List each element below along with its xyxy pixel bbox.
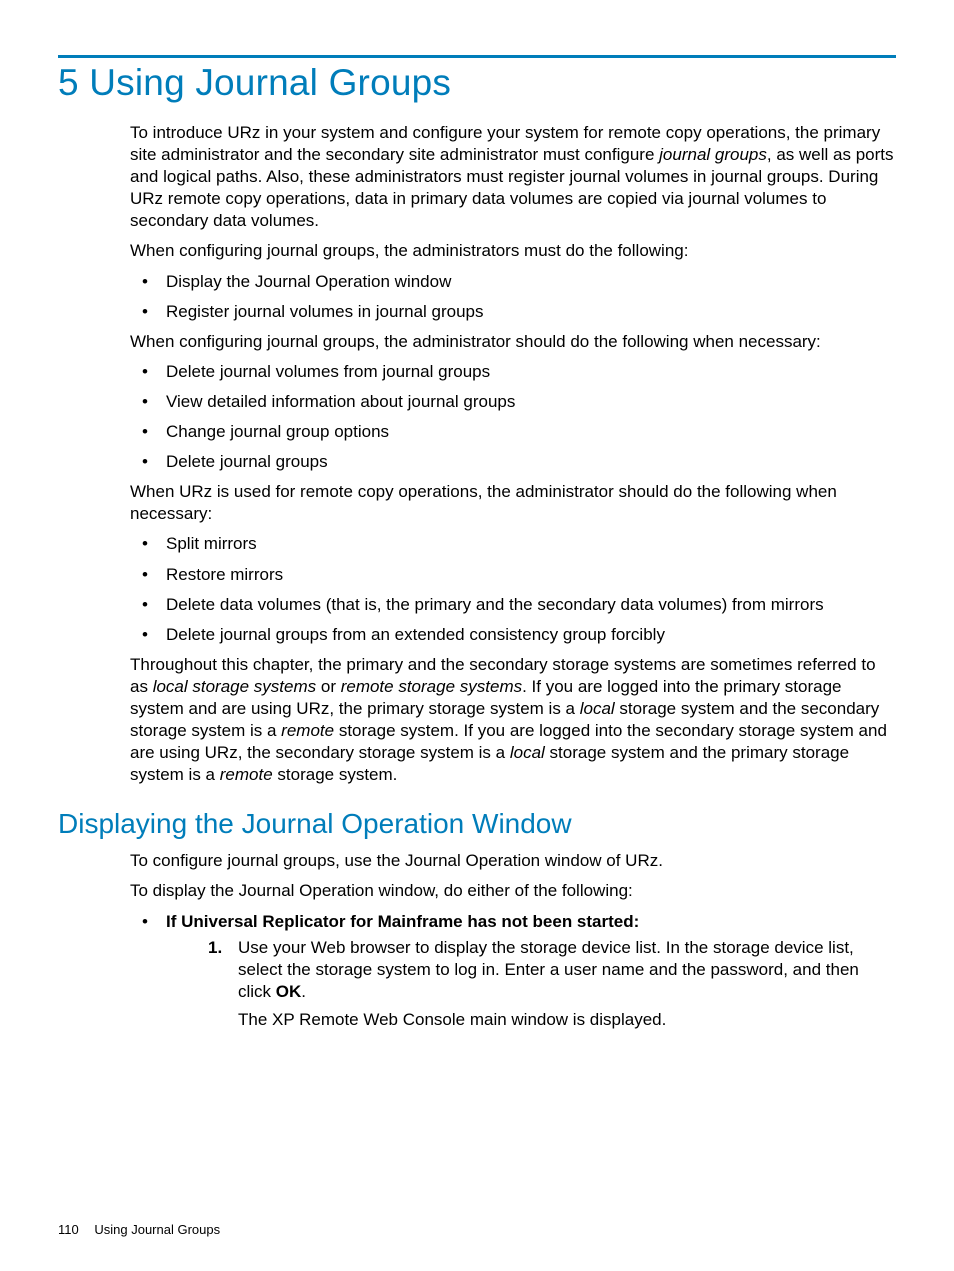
section-body: To configure journal groups, use the Jou… [130, 850, 896, 1031]
step-number: 1. [208, 937, 222, 959]
must-list: Display the Journal Operation window Reg… [130, 271, 896, 323]
must-paragraph: When configuring journal groups, the adm… [130, 240, 896, 262]
page: 5 Using Journal Groups To introduce URz … [0, 0, 954, 1271]
list-item: Delete data volumes (that is, the primar… [130, 594, 896, 616]
list-item: View detailed information about journal … [130, 391, 896, 413]
remote-paragraph: When URz is used for remote copy operati… [130, 481, 896, 525]
procedure-list: If Universal Replicator for Mainframe ha… [130, 911, 896, 1031]
should-paragraph: When configuring journal groups, the adm… [130, 331, 896, 353]
intro-paragraph: To introduce URz in your system and conf… [130, 122, 896, 232]
list-item: Delete journal volumes from journal grou… [130, 361, 896, 383]
list-item: Register journal volumes in journal grou… [130, 301, 896, 323]
steps: 1. Use your Web browser to display the s… [202, 937, 896, 1031]
page-number: 110 [58, 1222, 79, 1237]
list-item: Delete journal groups [130, 451, 896, 473]
list-item: Change journal group options [130, 421, 896, 443]
remote-list: Split mirrors Restore mirrors Delete dat… [130, 533, 896, 645]
step: 1. Use your Web browser to display the s… [202, 937, 896, 1031]
top-rule [58, 55, 896, 58]
list-item: If Universal Replicator for Mainframe ha… [130, 911, 896, 1031]
body: To introduce URz in your system and conf… [130, 122, 896, 786]
step-aftertext: The XP Remote Web Console main window is… [238, 1009, 896, 1031]
list-item: Split mirrors [130, 533, 896, 555]
should-list: Delete journal volumes from journal grou… [130, 361, 896, 473]
list-item: Restore mirrors [130, 564, 896, 586]
display-paragraph: To display the Journal Operation window,… [130, 880, 896, 902]
footer-section: Using Journal Groups [94, 1222, 220, 1237]
chapter-title: 5 Using Journal Groups [58, 62, 896, 104]
section-title: Displaying the Journal Operation Window [58, 808, 896, 840]
step-text: Use your Web browser to display the stor… [238, 938, 859, 1001]
page-footer: 110 Using Journal Groups [58, 1222, 220, 1237]
throughout-paragraph: Throughout this chapter, the primary and… [130, 654, 896, 787]
configure-paragraph: To configure journal groups, use the Jou… [130, 850, 896, 872]
list-item: Delete journal groups from an extended c… [130, 624, 896, 646]
list-item: Display the Journal Operation window [130, 271, 896, 293]
bullet-label: If Universal Replicator for Mainframe ha… [166, 912, 639, 931]
